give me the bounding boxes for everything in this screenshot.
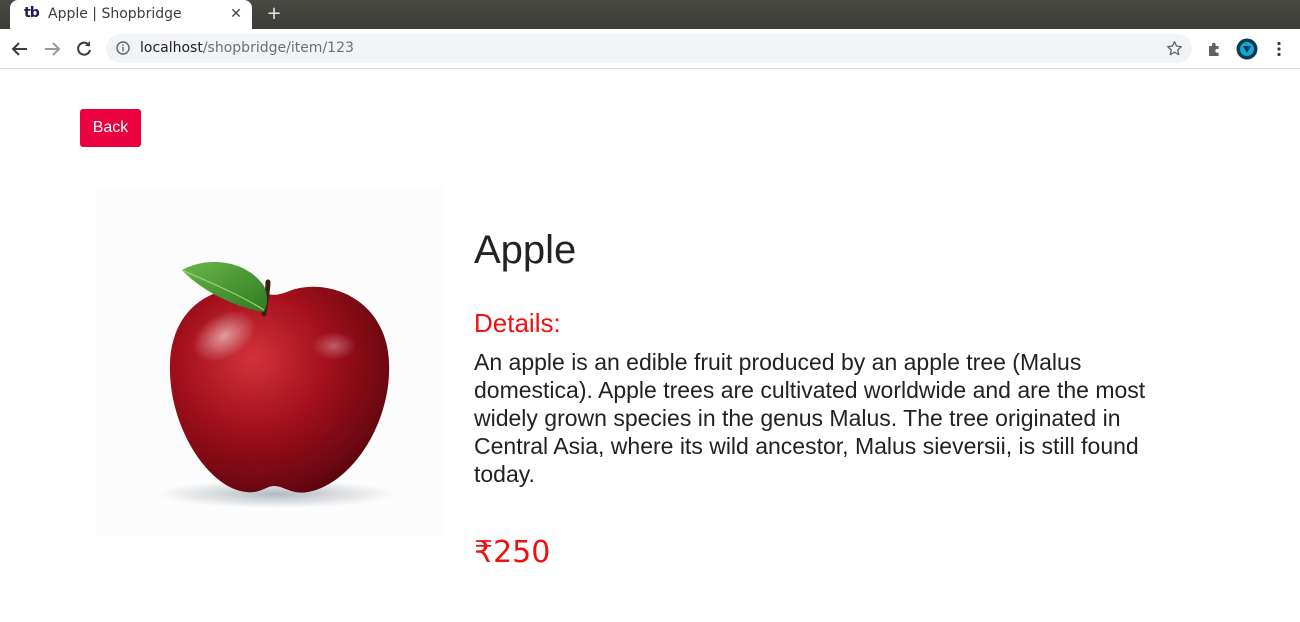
- browser-toolbar: localhost/shopbridge/item/123: [0, 29, 1300, 69]
- reload-icon[interactable]: [72, 37, 96, 61]
- site-info-icon[interactable]: [116, 41, 130, 55]
- product-image: [96, 186, 444, 536]
- details-heading: Details:: [474, 308, 561, 338]
- close-tab-icon[interactable]: ✕: [228, 4, 244, 24]
- browser-tab-strip: tb Apple | Shopbridge ✕ +: [0, 0, 1300, 29]
- url-text: localhost/shopbridge/item/123: [140, 40, 354, 56]
- url-host: localhost: [140, 40, 203, 56]
- new-tab-icon[interactable]: +: [264, 3, 284, 25]
- product-title: Apple: [474, 228, 577, 272]
- tab-title: Apple | Shopbridge: [48, 6, 182, 22]
- back-arrow-icon[interactable]: [8, 37, 32, 61]
- menu-kebab-icon[interactable]: [1267, 37, 1291, 61]
- profile-avatar-icon[interactable]: [1235, 37, 1259, 61]
- extensions-puzzle-icon[interactable]: [1203, 37, 1227, 61]
- favicon-icon: tb: [24, 5, 40, 21]
- product-price: ₹250: [474, 535, 551, 570]
- bookmark-star-icon[interactable]: [1166, 40, 1183, 57]
- address-bar[interactable]: localhost/shopbridge/item/123: [106, 34, 1192, 63]
- url-path: /shopbridge/item/123: [202, 40, 354, 56]
- back-button[interactable]: Back: [80, 109, 141, 147]
- product-description: An apple is an edible fruit produced by …: [474, 349, 1146, 487]
- forward-arrow-icon[interactable]: [40, 37, 64, 61]
- browser-tab[interactable]: tb Apple | Shopbridge ✕: [10, 0, 252, 29]
